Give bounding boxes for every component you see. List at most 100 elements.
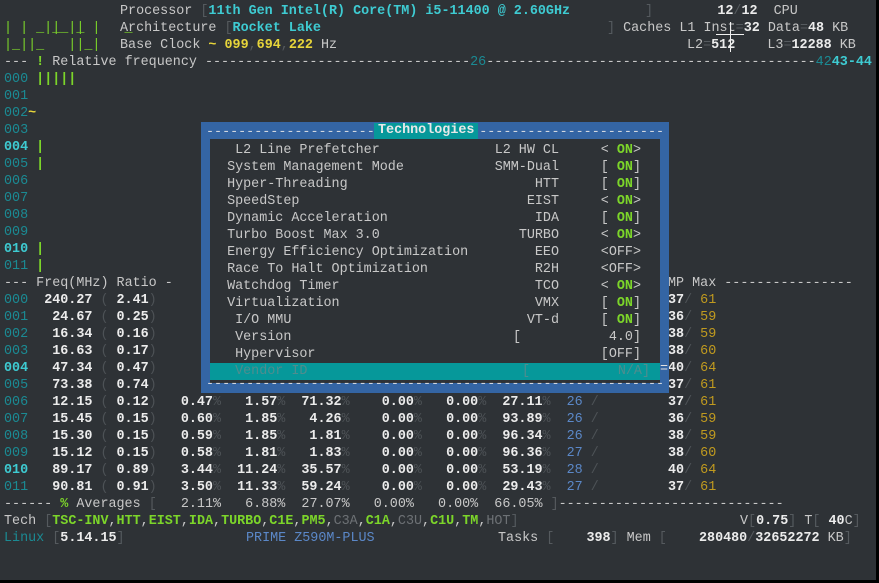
frequency-value: 24.67 bbox=[36, 310, 93, 325]
l2-l3-row: L2=512 L3=12288 KB bbox=[687, 38, 856, 53]
temp-current: 38 bbox=[668, 446, 685, 461]
tasks-count: 398 bbox=[586, 531, 611, 546]
percent-sign: % bbox=[413, 429, 422, 444]
tech-flag: TM bbox=[462, 514, 479, 529]
dialog-item-state[interactable]: <OFF> bbox=[601, 261, 641, 278]
avg-c1: 27.07% bbox=[301, 497, 350, 512]
dialog-item[interactable]: System Management Mode SMM-Dual [ ON] bbox=[211, 159, 651, 176]
dialog-item[interactable]: L2 Line Prefetcher L2 HW CL < ON> bbox=[211, 142, 651, 159]
mouse-cursor-crossbar bbox=[716, 34, 744, 35]
hz-unit: Hz bbox=[320, 38, 338, 53]
ratio-value: 0.89 bbox=[116, 463, 149, 478]
dialog-item[interactable]: Hypervisor [OFF] bbox=[211, 346, 651, 363]
cstate-c6-value: 0.00 bbox=[421, 446, 479, 461]
state-value: ON bbox=[616, 228, 633, 243]
kb-unit: KB bbox=[832, 21, 849, 36]
dialog-item[interactable]: Dynamic Acceleration IDA [ ON] bbox=[211, 210, 651, 227]
dialog-item[interactable]: Virtualization VMX [ ON] bbox=[211, 295, 651, 312]
dialog-item[interactable]: I/O MMU VT-d [ ON] bbox=[211, 312, 651, 329]
bracket-open: [ bbox=[600, 211, 617, 226]
core-bar-row: 002~ bbox=[4, 105, 36, 122]
temp-unit: C bbox=[844, 514, 853, 529]
dialog-item-state[interactable]: N/A] bbox=[602, 363, 650, 380]
cstate-turbo-value: 0.58 bbox=[180, 446, 213, 461]
paren-open: ( bbox=[92, 395, 117, 410]
dialog-item[interactable]: Hyper-Threading HTT [ ON] bbox=[211, 176, 651, 193]
slash: / bbox=[582, 463, 607, 478]
dialog-item-state[interactable]: < ON> bbox=[601, 227, 641, 244]
dialog-item-state[interactable]: [ ON] bbox=[601, 312, 641, 329]
dialog-item-state[interactable]: < ON> bbox=[601, 193, 641, 210]
frequency-value: 15.12 bbox=[36, 446, 93, 461]
dialog-item-state[interactable]: [ ON] bbox=[601, 159, 641, 176]
bracket-close: > bbox=[632, 245, 641, 260]
core-id: 002 bbox=[4, 327, 29, 342]
dialog-item-state[interactable]: [OFF] bbox=[601, 346, 641, 363]
dialog-item-label: Hyper-Threading bbox=[211, 177, 348, 192]
state-value: OFF bbox=[608, 262, 633, 277]
technologies-dialog[interactable]: ----------------------------------------… bbox=[201, 122, 669, 393]
ratio-value: 0.16 bbox=[116, 327, 149, 342]
dialog-item[interactable]: Turbo Boost Max 3.0 TURBO < ON> bbox=[211, 227, 651, 244]
l1-inst-value: 32 bbox=[743, 21, 760, 36]
temp-max: 64 bbox=[700, 361, 717, 376]
dialog-item-state[interactable]: 4.0] bbox=[593, 329, 641, 346]
dialog-item[interactable]: Vendor ID [ N/A] bbox=[210, 363, 660, 380]
temp-min: 26 bbox=[550, 429, 583, 444]
paren-open: ( bbox=[92, 310, 117, 325]
dialog-item-state[interactable]: < ON> bbox=[601, 142, 641, 159]
dialog-item-code: HTT bbox=[534, 177, 559, 192]
bracket-open: [ bbox=[600, 296, 617, 311]
freq-table-row: 006 12.15 ( 0.12) 0.47% 1.57% 71.32% 0.0… bbox=[4, 394, 607, 411]
temp-current: 38 bbox=[668, 327, 685, 342]
avg-turbo: 2.11% bbox=[180, 497, 222, 512]
percent-sign: % bbox=[542, 446, 551, 461]
percent-sign: % bbox=[212, 395, 222, 410]
dialog-item-state[interactable]: <OFF> bbox=[601, 244, 641, 261]
state-value: OFF bbox=[608, 245, 633, 260]
kernel-version: 5.14.15 bbox=[60, 531, 117, 546]
dialog-item[interactable]: Watchdog Timer TCO < ON> bbox=[211, 278, 651, 295]
dialog-item[interactable]: Version [ 4.0] bbox=[211, 329, 651, 346]
core-id: 003 bbox=[4, 123, 29, 138]
bracket-open: < bbox=[600, 245, 609, 260]
percent-sign: % bbox=[212, 412, 222, 427]
paren-open: ( bbox=[92, 327, 117, 342]
voltage-temp-row: V[0.75] T[ 40C] bbox=[740, 514, 861, 529]
slash: / bbox=[684, 412, 701, 427]
core-id: 005 bbox=[4, 378, 29, 393]
bracket-open: < bbox=[600, 194, 617, 209]
board-name: PRIME Z590M-PLUS bbox=[246, 531, 375, 546]
dialog-item-state[interactable]: < ON> bbox=[601, 278, 641, 295]
core-id: 007 bbox=[4, 412, 29, 427]
cpu-label: CPU bbox=[773, 4, 798, 19]
dialog-item[interactable]: Race To Halt Optimization R2H <OFF> bbox=[211, 261, 651, 278]
cstate-c0-value: 1.81 bbox=[221, 446, 278, 461]
temp-max: 59 bbox=[700, 412, 717, 427]
percent-sign: % bbox=[413, 463, 422, 478]
dialog-item-state[interactable]: [ ON] bbox=[601, 295, 641, 312]
paren-open: ( bbox=[92, 480, 117, 495]
ratio-value: 0.15 bbox=[116, 446, 149, 461]
package-temp-value: 40 bbox=[828, 514, 845, 529]
temp-cell: 40/ 64 bbox=[668, 360, 716, 377]
bracket-open bbox=[602, 364, 618, 379]
dialog-item[interactable]: SpeedStep EIST < ON> bbox=[211, 193, 651, 210]
tech-flag: C1E bbox=[269, 514, 294, 529]
core-id: 006 bbox=[4, 174, 29, 189]
bracket-close: > bbox=[632, 194, 641, 209]
dialog-item[interactable]: Energy Efficiency Optimization EEO <OFF> bbox=[211, 244, 651, 261]
paren-close: ) bbox=[148, 412, 157, 427]
temp-max: 61 bbox=[700, 378, 717, 393]
ratio-value: 0.12 bbox=[116, 395, 149, 410]
avg-c7: 66.05% bbox=[494, 497, 543, 512]
bracket-close: ] bbox=[632, 347, 641, 362]
bracket-open: [ bbox=[600, 160, 617, 175]
dialog-item-state[interactable]: [ ON] bbox=[601, 210, 641, 227]
dialog-item-state[interactable]: [ ON] bbox=[601, 176, 641, 193]
bracket-close: ] bbox=[641, 364, 650, 379]
core-bar-row: 004 | bbox=[4, 139, 44, 156]
frequency-value: 73.38 bbox=[36, 378, 93, 393]
dialog-item-code: [ bbox=[521, 364, 530, 379]
bracket-close: > bbox=[632, 143, 641, 158]
